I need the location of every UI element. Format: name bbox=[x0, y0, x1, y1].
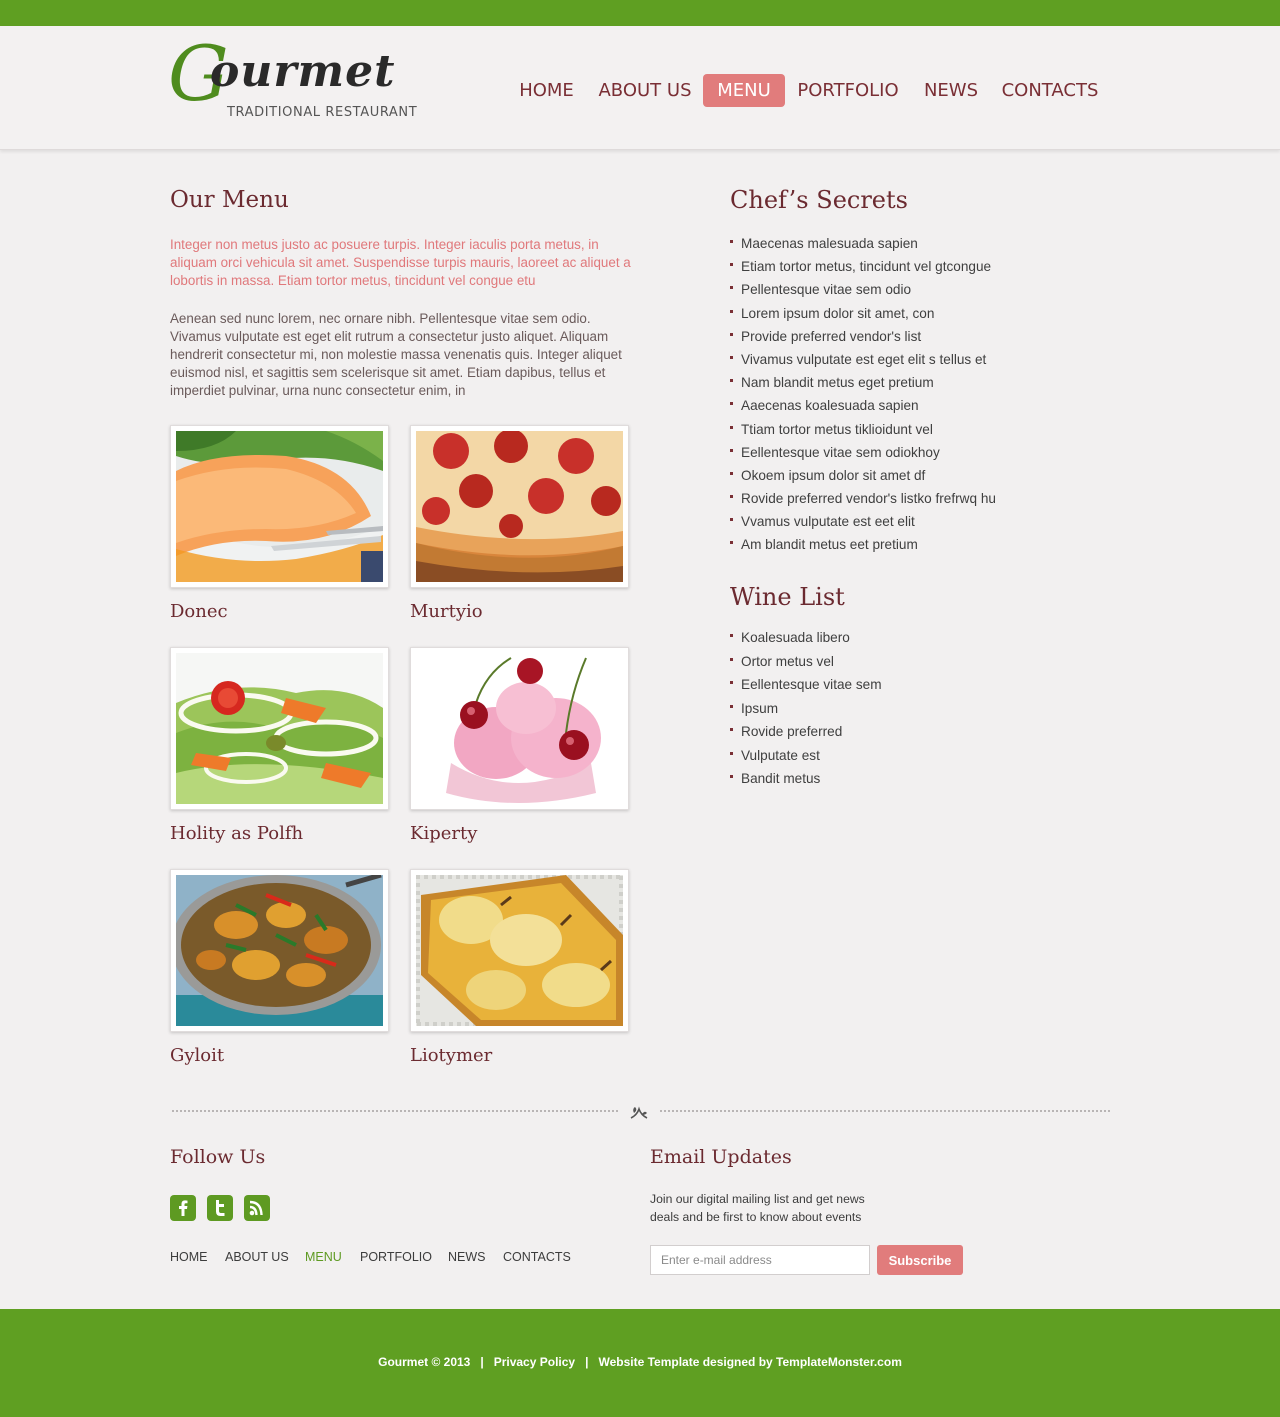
list-item: Ortor metus vel bbox=[730, 650, 882, 674]
pepperoni-pizza-image bbox=[416, 431, 623, 582]
list-item: Aaecenas koalesuada sapien bbox=[730, 394, 996, 417]
curry-dish-image bbox=[176, 875, 383, 1026]
list-item: Vvamus vulputate est eet elit bbox=[730, 510, 996, 533]
menu-item-image[interactable] bbox=[170, 647, 389, 810]
list-item: Vulputate est bbox=[730, 744, 882, 768]
list-item: Provide preferred vendor's list bbox=[730, 325, 996, 348]
nav-news[interactable]: NEWS bbox=[917, 74, 985, 107]
footer-nav-contacts[interactable]: CONTACTS bbox=[503, 1250, 571, 1264]
footer-nav-menu[interactable]: MENU bbox=[305, 1250, 342, 1264]
menu-item-image[interactable] bbox=[410, 425, 629, 588]
main-nav: HOME ABOUT US MENU PORTFOLIO NEWS CONTAC… bbox=[0, 74, 1280, 108]
menu-item-image[interactable] bbox=[170, 869, 389, 1032]
footer-nav-about-us[interactable]: ABOUT US bbox=[225, 1250, 289, 1264]
list-item: Bandit metus bbox=[730, 767, 882, 791]
site-header: G ourmet TRADITIONAL RESTAURANT HOME ABO… bbox=[0, 26, 1280, 150]
chefs-secrets-list: Maecenas malesuada sapien Etiam tortor m… bbox=[730, 232, 996, 557]
footer-nav-news[interactable]: NEWS bbox=[448, 1250, 486, 1264]
footer-credits: Gourmet © 2013 | Privacy Policy | Website Te… bbox=[0, 1355, 1280, 1369]
subscribe-button[interactable]: Subscribe bbox=[877, 1245, 963, 1275]
menu-item-image[interactable] bbox=[410, 869, 629, 1032]
list-item: Okoem ipsum dolor sit amet df bbox=[730, 464, 996, 487]
footer-separator: | bbox=[585, 1355, 589, 1369]
our-menu-heading: Our Menu bbox=[170, 187, 289, 213]
nav-portfolio[interactable]: PORTFOLIO bbox=[791, 74, 905, 107]
menu-intro-accent: Integer non metus justo ac posuere turpi… bbox=[170, 237, 631, 288]
menu-item-title[interactable]: Liotymer bbox=[410, 1045, 492, 1066]
nav-menu[interactable]: MENU bbox=[703, 74, 785, 107]
cherry-ice-cream-image bbox=[416, 653, 623, 804]
list-item: Maecenas malesuada sapien bbox=[730, 232, 996, 255]
wine-list: Koalesuada libero Ortor metus vel Eellen… bbox=[730, 626, 882, 791]
menu-item-title[interactable]: Holity as Polfh bbox=[170, 823, 303, 844]
list-item: Eellentesque vitae sem odiokhoy bbox=[730, 441, 996, 464]
list-item: Am blandit metus eet pretium bbox=[730, 533, 996, 556]
menu-intro-body: Aenean sed nunc lorem, nec ornare nibh. … bbox=[170, 311, 622, 398]
list-item: Pellentesque vitae sem odio bbox=[730, 278, 996, 301]
list-item: Koalesuada libero bbox=[730, 626, 882, 650]
menu-item-title[interactable]: Kiperty bbox=[410, 823, 477, 844]
facebook-icon[interactable] bbox=[170, 1195, 196, 1221]
footer-nav-home[interactable]: HOME bbox=[170, 1250, 208, 1264]
menu-item-image[interactable] bbox=[170, 425, 389, 588]
follow-us-heading: Follow Us bbox=[170, 1146, 266, 1168]
fresh-salad-image bbox=[176, 653, 383, 804]
wine-list-heading: Wine List bbox=[730, 583, 845, 611]
list-item: Rovide preferred vendor's listko frefrwq… bbox=[730, 487, 996, 510]
list-item: Rovide preferred bbox=[730, 720, 882, 744]
leaf-ornament-icon bbox=[628, 1101, 650, 1123]
section-divider bbox=[660, 1110, 1110, 1112]
email-updates-heading: Email Updates bbox=[650, 1146, 792, 1168]
chefs-secrets-heading: Chef’s Secrets bbox=[730, 186, 908, 214]
nav-home[interactable]: HOME bbox=[510, 74, 583, 107]
twitter-icon[interactable] bbox=[207, 1195, 233, 1221]
template-credit-link[interactable]: Website Template designed by TemplateMon… bbox=[598, 1355, 901, 1369]
footer-separator: | bbox=[480, 1355, 484, 1369]
rss-icon[interactable] bbox=[244, 1195, 270, 1221]
list-item: Vivamus vulputate est eget elit s tellus… bbox=[730, 348, 996, 371]
melon-dessert-image bbox=[176, 431, 383, 582]
email-field[interactable] bbox=[650, 1245, 870, 1275]
top-accent-strip bbox=[0, 0, 1280, 26]
menu-item-title[interactable]: Gyloit bbox=[170, 1045, 224, 1066]
list-item: Ipsum bbox=[730, 697, 882, 721]
menu-item-title[interactable]: Donec bbox=[170, 601, 228, 622]
list-item: Nam blandit metus eget pretium bbox=[730, 371, 996, 394]
pear-tart-image bbox=[416, 875, 623, 1026]
nav-about-us[interactable]: ABOUT US bbox=[592, 74, 698, 107]
menu-item-title[interactable]: Murtyio bbox=[410, 601, 483, 622]
menu-item-image[interactable] bbox=[410, 647, 629, 810]
footer-nav-portfolio[interactable]: PORTFOLIO bbox=[360, 1250, 432, 1264]
section-divider bbox=[172, 1110, 618, 1112]
list-item: Eellentesque vitae sem bbox=[730, 673, 882, 697]
nav-contacts[interactable]: CONTACTS bbox=[995, 74, 1105, 107]
privacy-policy-link[interactable]: Privacy Policy bbox=[494, 1355, 575, 1369]
list-item: Lorem ipsum dolor sit amet, con bbox=[730, 302, 996, 325]
list-item: Etiam tortor metus, tincidunt vel gtcong… bbox=[730, 255, 996, 278]
email-updates-text: Join our digital mailing list and get ne… bbox=[650, 1192, 865, 1224]
list-item: Ttiam tortor metus tiklioidunt vel bbox=[730, 418, 996, 441]
copyright-text: Gourmet © 2013 bbox=[378, 1355, 471, 1369]
